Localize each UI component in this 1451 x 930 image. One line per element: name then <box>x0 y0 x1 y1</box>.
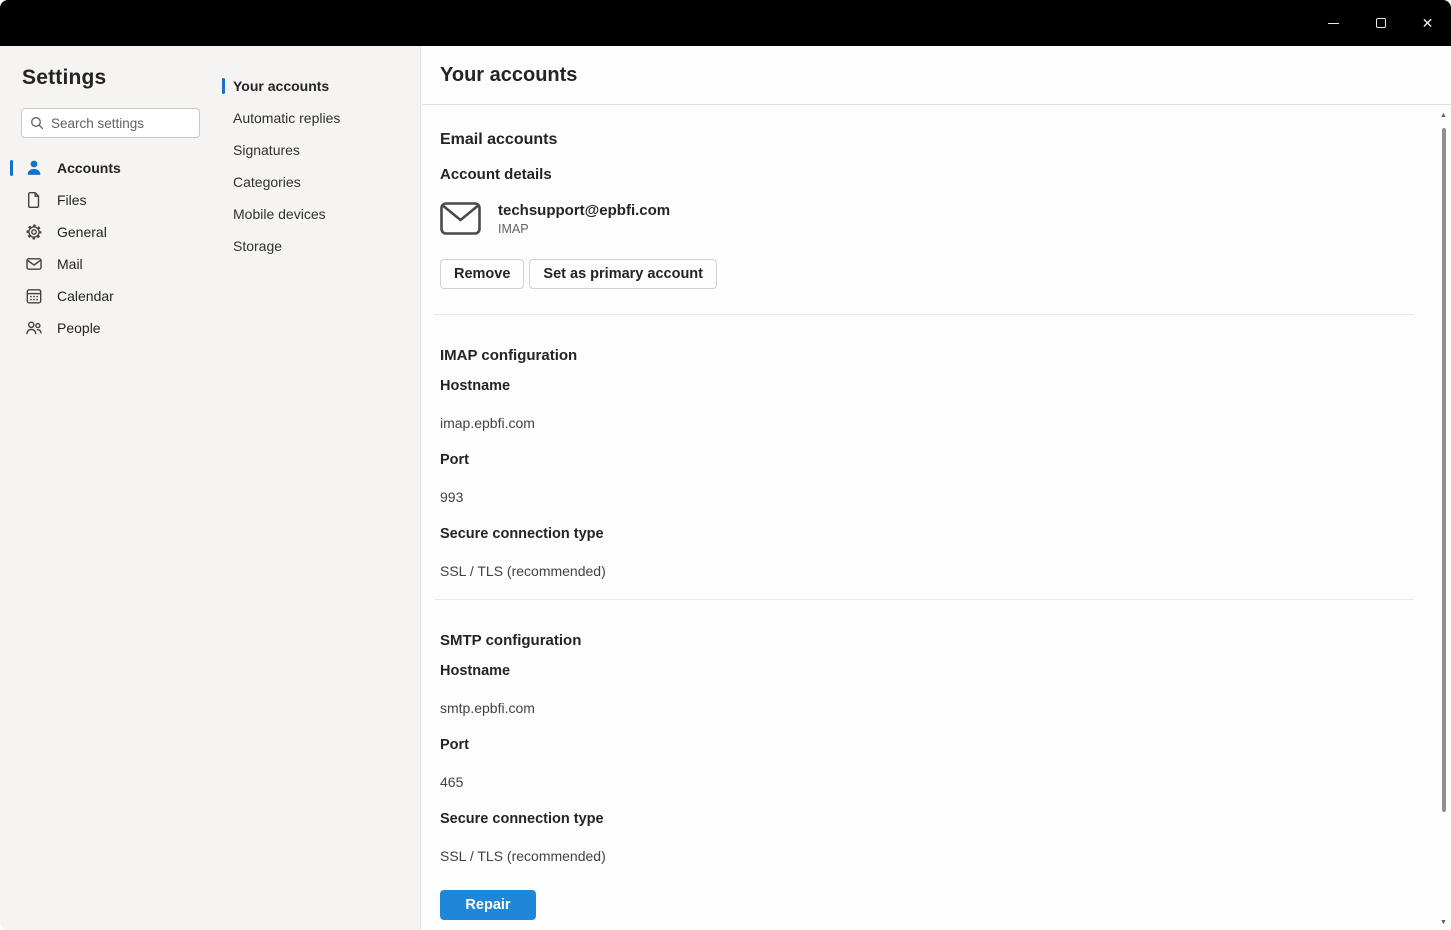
sidebar-item-accounts[interactable]: Accounts <box>0 152 212 184</box>
section-divider <box>434 314 1414 315</box>
imap-port-label: Port <box>440 452 1423 468</box>
sidebar-item-label: People <box>57 320 101 336</box>
set-primary-button[interactable]: Set as primary account <box>529 259 717 289</box>
mail-icon <box>24 254 44 274</box>
repair-button[interactable]: Repair <box>440 890 536 920</box>
imap-secure-value: SSL / TLS (recommended) <box>440 563 1423 579</box>
people-icon <box>24 318 44 338</box>
settings-title: Settings <box>22 66 106 90</box>
search-input[interactable] <box>51 116 191 131</box>
sidebar-item-files[interactable]: Files <box>0 184 212 216</box>
imap-hostname-label: Hostname <box>440 378 1423 394</box>
imap-port-value: 993 <box>440 489 1423 505</box>
subnav-item-label: Your accounts <box>233 78 329 94</box>
close-button[interactable]: ✕ <box>1404 0 1451 46</box>
imap-configuration-title: IMAP configuration <box>440 347 1423 364</box>
subnav-item-categories[interactable]: Categories <box>222 166 412 198</box>
subnav-item-label: Automatic replies <box>233 110 340 126</box>
main-body: Email accounts Account details techsuppo… <box>422 105 1451 930</box>
window-controls: ✕ <box>1310 0 1451 46</box>
scroll-up-icon[interactable]: ▲ <box>1437 112 1450 119</box>
smtp-secure-value: SSL / TLS (recommended) <box>440 848 1423 864</box>
sidebar-item-general[interactable]: General <box>0 216 212 248</box>
account-protocol: IMAP <box>498 222 670 236</box>
account-email: techsupport@epbfi.com <box>498 202 670 219</box>
search-box[interactable] <box>21 108 200 138</box>
remove-button[interactable]: Remove <box>440 259 524 289</box>
gear-icon <box>24 222 44 242</box>
subnav-item-label: Categories <box>233 174 301 190</box>
sidebar-item-people[interactable]: People <box>0 312 212 344</box>
close-icon: ✕ <box>1422 16 1434 30</box>
main-header: Your accounts <box>422 46 1451 105</box>
subnav-item-mobile-devices[interactable]: Mobile devices <box>222 198 412 230</box>
person-icon <box>24 158 44 178</box>
sidebar-item-label: Accounts <box>57 160 121 176</box>
settings-window: ✕ Settings Accounts Files <box>0 0 1451 930</box>
imap-hostname-value: imap.epbfi.com <box>440 415 1423 431</box>
sidebar-item-label: General <box>57 224 107 240</box>
account-details-heading: Account details <box>440 166 1423 183</box>
calendar-icon <box>24 286 44 306</box>
smtp-configuration-title: SMTP configuration <box>440 632 1423 649</box>
minimize-button[interactable] <box>1310 0 1357 46</box>
smtp-hostname-label: Hostname <box>440 663 1423 679</box>
account-actions: Remove Set as primary account <box>440 259 1423 289</box>
document-icon <box>24 190 44 210</box>
accounts-subnav: Your accounts Automatic replies Signatur… <box>222 70 412 262</box>
search-icon <box>30 116 44 130</box>
maximize-button[interactable] <box>1357 0 1404 46</box>
page-title: Your accounts <box>440 64 577 87</box>
settings-nav: Accounts Files General Mail <box>0 152 212 344</box>
sidebar-item-label: Calendar <box>57 288 114 304</box>
email-accounts-heading: Email accounts <box>440 131 1423 149</box>
settings-left-panel: Settings Accounts Files <box>0 46 421 930</box>
section-divider <box>434 599 1414 600</box>
sidebar-item-mail[interactable]: Mail <box>0 248 212 280</box>
smtp-port-value: 465 <box>440 774 1423 790</box>
account-info: techsupport@epbfi.com IMAP <box>498 202 670 236</box>
sidebar-item-label: Mail <box>57 256 83 272</box>
imap-secure-label: Secure connection type <box>440 526 1423 542</box>
maximize-icon <box>1376 18 1386 28</box>
vertical-scrollbar[interactable]: ▲ ▼ <box>1437 110 1450 928</box>
main-content: Your accounts Email accounts Account det… <box>422 46 1451 930</box>
titlebar: ✕ <box>0 0 1451 46</box>
account-row: techsupport@epbfi.com IMAP <box>440 202 1423 236</box>
sidebar-item-label: Files <box>57 192 87 208</box>
subnav-item-storage[interactable]: Storage <box>222 230 412 262</box>
minimize-icon <box>1328 23 1339 24</box>
subnav-item-label: Signatures <box>233 142 300 158</box>
scrollbar-thumb[interactable] <box>1442 128 1446 812</box>
subnav-item-automatic-replies[interactable]: Automatic replies <box>222 102 412 134</box>
subnav-item-label: Storage <box>233 238 282 254</box>
envelope-icon <box>440 202 481 235</box>
scroll-down-icon[interactable]: ▼ <box>1437 919 1450 926</box>
smtp-secure-label: Secure connection type <box>440 811 1423 827</box>
smtp-hostname-value: smtp.epbfi.com <box>440 700 1423 716</box>
subnav-item-label: Mobile devices <box>233 206 326 222</box>
subnav-item-your-accounts[interactable]: Your accounts <box>222 70 412 102</box>
sidebar-item-calendar[interactable]: Calendar <box>0 280 212 312</box>
subnav-item-signatures[interactable]: Signatures <box>222 134 412 166</box>
smtp-port-label: Port <box>440 737 1423 753</box>
